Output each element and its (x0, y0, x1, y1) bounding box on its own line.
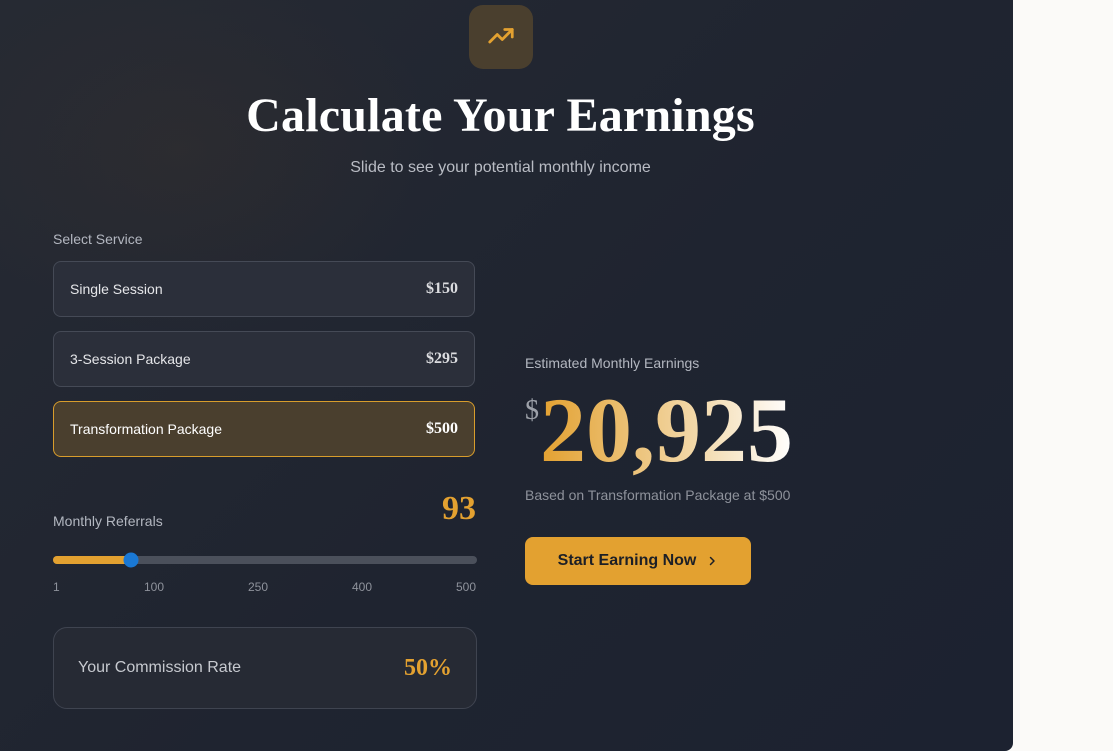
trending-up-icon (488, 28, 514, 44)
service-name: Single Session (70, 281, 163, 297)
page-title: Calculate Your Earnings (246, 89, 755, 142)
service-option-transformation-package[interactable]: Transformation Package $500 (53, 401, 475, 457)
commission-rate-label: Your Commission Rate (78, 659, 242, 676)
currency-symbol: $ (525, 395, 539, 426)
referrals-slider[interactable] (53, 552, 477, 568)
monthly-referrals-value: 93 (442, 490, 476, 527)
service-price: $500 (426, 420, 458, 437)
slider-tick-label: 1 (53, 580, 60, 594)
service-price: $295 (426, 350, 458, 367)
trending-up-icon-badge (469, 5, 533, 69)
service-name: 3-Session Package (70, 351, 191, 367)
service-option-single-session[interactable]: Single Session $150 (53, 261, 475, 317)
slider-tick-label: 400 (352, 580, 373, 594)
referrals-slider-thumb[interactable] (123, 552, 139, 568)
earnings-calculator-card: Calculate Your Earnings Slide to see you… (0, 0, 1013, 751)
service-name: Transformation Package (70, 421, 222, 437)
page-subtitle: Slide to see your potential monthly inco… (350, 159, 651, 176)
commission-rate-value: 50% (404, 654, 452, 681)
monthly-referrals-label: Monthly Referrals (53, 513, 163, 529)
estimated-earnings-amount: 20,925 (540, 379, 793, 481)
slider-tick-label: 500 (456, 580, 477, 594)
start-earning-label: Start Earning Now (557, 552, 697, 569)
slider-tick-label: 250 (248, 580, 269, 594)
chevron-right-icon (710, 556, 716, 566)
slider-tick-label: 100 (144, 580, 165, 594)
earnings-basis-note: Based on Transformation Package at $500 (525, 487, 791, 503)
start-earning-button[interactable]: Start Earning Now (525, 537, 751, 585)
select-service-label: Select Service (53, 231, 143, 247)
commission-rate-panel: Your Commission Rate 50% (53, 627, 477, 709)
service-price: $150 (426, 280, 458, 297)
service-option-3-session-package[interactable]: 3-Session Package $295 (53, 331, 475, 387)
referrals-slider-fill (53, 556, 132, 564)
estimated-earnings-label: Estimated Monthly Earnings (525, 355, 700, 371)
